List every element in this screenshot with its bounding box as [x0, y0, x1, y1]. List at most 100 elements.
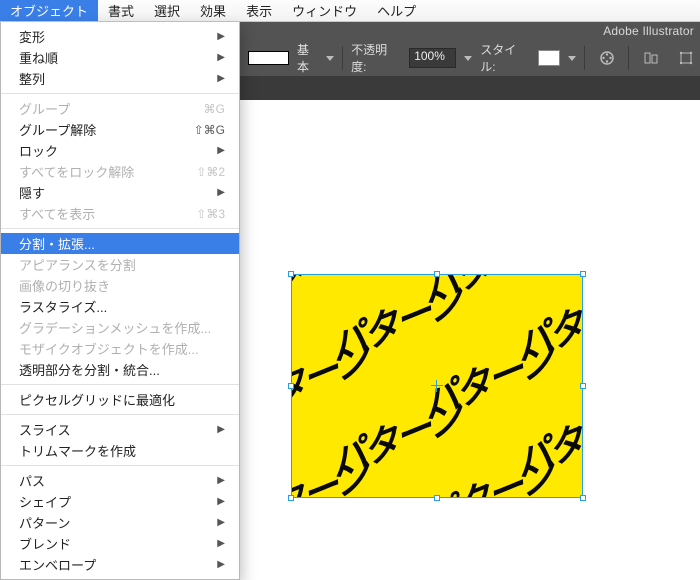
submenu-arrow-icon: ▶ — [217, 496, 225, 507]
menu-item-label: すべてを表示 — [19, 204, 95, 223]
menu-divider — [1, 228, 239, 229]
menu-item-label: 変形 — [19, 27, 45, 46]
menu-item-label: パターン — [19, 513, 70, 532]
submenu-arrow-icon: ▶ — [217, 424, 225, 435]
menu-effect[interactable]: 効果 — [190, 0, 236, 21]
menu-item[interactable]: グループ解除 ⇧⌘G — [1, 119, 239, 140]
menu-item[interactable]: ロック▶ — [1, 140, 239, 161]
submenu-arrow-icon: ▶ — [217, 538, 225, 549]
chevron-down-icon[interactable] — [464, 56, 472, 61]
menu-view[interactable]: 表示 — [236, 0, 282, 21]
menu-item[interactable]: 隠す ▶ — [1, 182, 239, 203]
menu-object[interactable]: オブジェクト — [0, 0, 98, 21]
chevron-down-icon — [326, 56, 334, 61]
menu-item[interactable]: パス ▶ — [1, 470, 239, 491]
menu-item: グラデーションメッシュを作成... — [1, 317, 239, 338]
menu-item-label: スライス — [19, 420, 71, 439]
opacity-input[interactable]: 100% — [409, 48, 456, 68]
menu-item-label: グループ解除 — [19, 120, 96, 139]
menu-item[interactable]: 整列 ▶ — [1, 68, 239, 89]
menu-item: モザイクオブジェクトを作成... — [1, 338, 239, 359]
menu-item-label: 画像の切り抜き — [19, 276, 110, 295]
menu-shortcut: ⇧⌘2 — [196, 165, 225, 179]
menu-item[interactable]: トリムマークを作成 — [1, 440, 239, 461]
opacity-label: 不透明度: — [351, 41, 401, 75]
menu-item-label: エンベロープ — [19, 555, 96, 574]
style-label: スタイル: — [480, 41, 530, 75]
menu-divider — [1, 384, 239, 385]
menu-divider — [1, 414, 239, 415]
menu-item-label: シェイプ — [19, 492, 71, 511]
resize-handle[interactable] — [580, 383, 586, 389]
menu-item[interactable]: 変形 ▶ — [1, 26, 239, 47]
menu-item: 画像の切り抜き — [1, 275, 239, 296]
resize-handle[interactable] — [580, 271, 586, 277]
resize-handle[interactable] — [434, 495, 440, 501]
stroke-preview[interactable] — [248, 51, 289, 65]
menu-shortcut: ⇧⌘3 — [196, 207, 225, 221]
menu-item-label: モザイクオブジェクトを作成... — [19, 339, 199, 358]
chevron-down-icon[interactable] — [568, 56, 576, 61]
menu-item[interactable]: ピクセルグリッドに最適化 — [1, 389, 239, 410]
menu-item-label: ラスタライズ... — [19, 297, 107, 316]
menu-item[interactable]: ブレンド▶ — [1, 533, 239, 554]
align-panel-icon[interactable] — [637, 47, 664, 69]
submenu-arrow-icon: ▶ — [217, 187, 225, 198]
menu-item-label: 透明部分を分割・統合... — [19, 360, 160, 379]
menu-item-label: 隠す — [19, 183, 45, 202]
menu-shortcut: ⌘G — [204, 102, 225, 116]
menu-type[interactable]: 書式 — [98, 0, 144, 21]
menu-item[interactable]: 重ね順 ▶ — [1, 47, 239, 68]
separator — [584, 46, 585, 70]
menu-help[interactable]: ヘルプ — [367, 0, 426, 21]
submenu-arrow-icon: ▶ — [217, 31, 225, 42]
transform-panel-icon[interactable] — [673, 47, 700, 69]
resize-handle[interactable] — [288, 271, 294, 277]
menu-item: すべてを表示 ⇧⌘3 — [1, 203, 239, 224]
resize-handle[interactable] — [580, 495, 586, 501]
menu-divider — [1, 465, 239, 466]
menu-item[interactable]: 分割・拡張... — [1, 233, 239, 254]
menu-item-label: 整列 — [19, 69, 45, 88]
menu-window[interactable]: ウィンドウ — [282, 0, 367, 21]
recolor-artwork-icon[interactable] — [593, 47, 620, 69]
submenu-arrow-icon: ▶ — [217, 52, 225, 63]
submenu-arrow-icon: ▶ — [217, 73, 225, 84]
menu-item[interactable]: ラスタライズ... — [1, 296, 239, 317]
menu-item-label: グループ — [19, 99, 70, 118]
menu-item[interactable]: シェイプ ▶ — [1, 491, 239, 512]
resize-handle[interactable] — [288, 495, 294, 501]
center-point-icon — [434, 383, 440, 389]
menu-item: グループ ⌘G — [1, 98, 239, 119]
menu-item[interactable]: エンベロープ ▶ — [1, 554, 239, 575]
selected-object[interactable]: パターンパターンパターンパターンパターンパターンパターンパターンパターンパターン… — [292, 275, 582, 497]
menu-item-label: 重ね順 — [19, 48, 58, 67]
menu-item[interactable]: スライス ▶ — [1, 419, 239, 440]
brush-basic-dropdown[interactable]: 基本 — [297, 41, 334, 75]
separator — [628, 46, 629, 70]
menu-item-label: アピアランスを分割 — [19, 255, 136, 274]
graphic-style-swatch[interactable] — [538, 50, 560, 66]
menu-item-label: グラデーションメッシュを作成... — [19, 318, 211, 337]
resize-handle[interactable] — [434, 271, 440, 277]
submenu-arrow-icon: ▶ — [217, 559, 225, 570]
menu-item: アピアランスを分割 — [1, 254, 239, 275]
menu-item-label: トリムマークを作成 — [19, 441, 136, 460]
menu-item[interactable]: 透明部分を分割・統合... — [1, 359, 239, 380]
menu-item-label: すべてをロック解除 — [19, 162, 134, 181]
menu-item-label: ロック — [19, 141, 58, 160]
submenu-arrow-icon: ▶ — [217, 475, 225, 486]
menu-item-label: ピクセルグリッドに最適化 — [19, 390, 175, 409]
pattern-word: パターン — [292, 326, 374, 430]
separator — [342, 46, 343, 70]
object-menu-dropdown: 変形▶重ね順▶整列▶グループ⌘Gグループ解除⇧⌘Gロック▶すべてをロック解除⇧⌘… — [0, 22, 240, 580]
menu-item-label: 分割・拡張... — [19, 234, 95, 253]
os-menubar: オブジェクト 書式 選択 効果 表示 ウィンドウ ヘルプ — [0, 0, 700, 22]
menu-divider — [1, 93, 239, 94]
submenu-arrow-icon: ▶ — [217, 517, 225, 528]
menu-select[interactable]: 選択 — [144, 0, 190, 21]
menu-shortcut: ⇧⌘G — [194, 123, 225, 137]
resize-handle[interactable] — [288, 383, 294, 389]
menu-item-label: パス — [19, 471, 45, 490]
menu-item[interactable]: パターン ▶ — [1, 512, 239, 533]
